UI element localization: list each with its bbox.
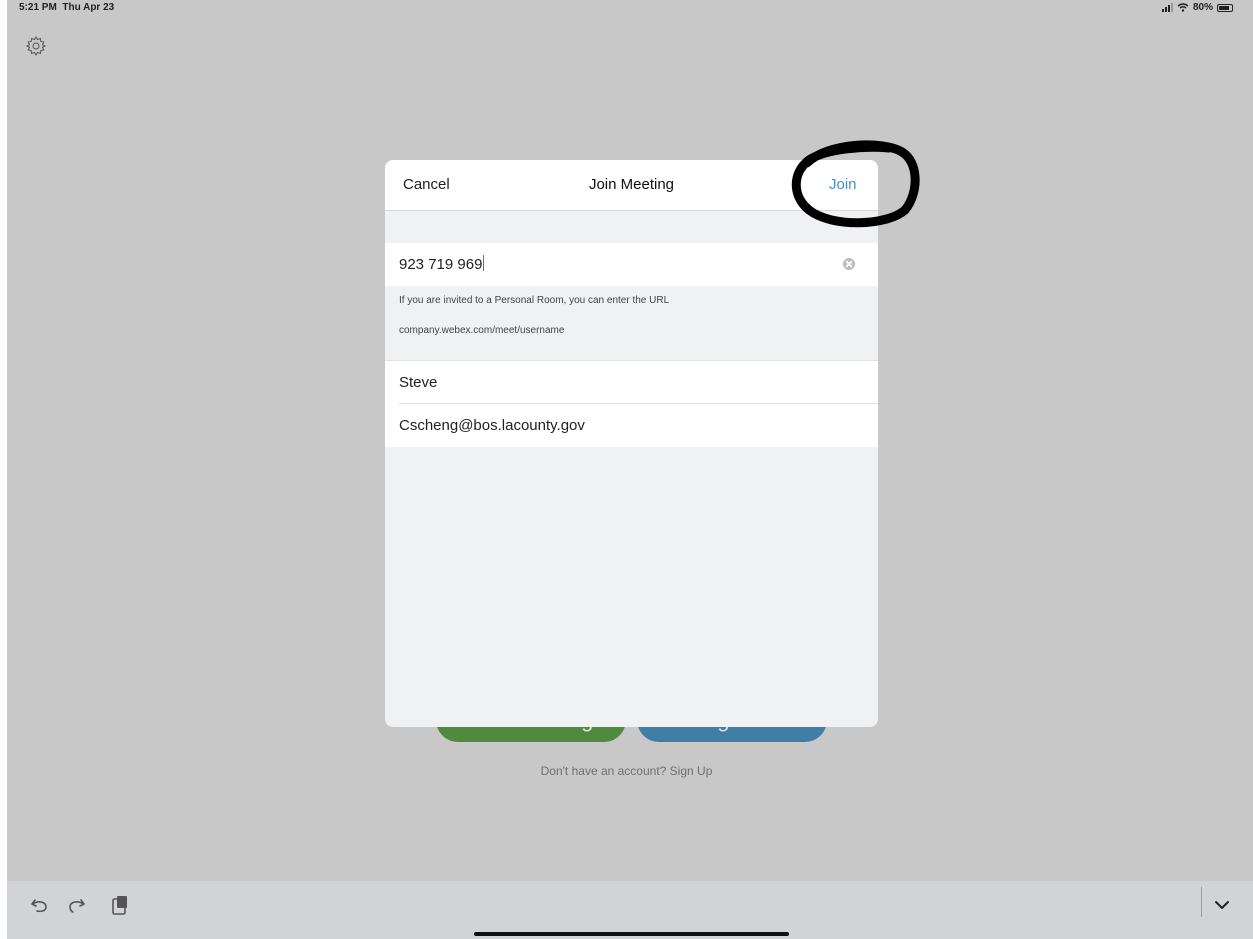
status-indicators: 80% [1161, 2, 1233, 13]
signup-prompt[interactable]: Don't have an account? Sign Up [0, 764, 1253, 778]
hint-url-example: company.webex.com/meet/username [399, 325, 565, 336]
toolbar-separator [1201, 887, 1202, 917]
name-input[interactable]: Steve [399, 374, 437, 391]
status-time: 5:21 PM Thu Apr 23 [19, 2, 115, 13]
name-field[interactable]: Steve [385, 360, 878, 404]
join-meeting-dialog: Cancel Join Meeting Join 923 719 969 If … [385, 160, 878, 727]
annotation-circle [791, 140, 920, 228]
email-input[interactable]: Cscheng@bos.lacounty.gov [399, 417, 585, 434]
clear-icon[interactable] [843, 258, 855, 270]
undo-icon[interactable] [29, 894, 51, 916]
chevron-down-icon[interactable] [1211, 894, 1233, 916]
meeting-number-field[interactable]: 923 719 969 [385, 243, 878, 286]
wifi-icon [1177, 3, 1189, 12]
hint-text: If you are invited to a Personal Room, y… [399, 295, 670, 306]
email-field[interactable]: Cscheng@bos.lacounty.gov [385, 404, 878, 447]
text-cursor [483, 255, 485, 271]
keyboard-toolbar [7, 881, 1253, 939]
gear-icon[interactable] [26, 36, 46, 56]
home-indicator[interactable] [474, 932, 789, 936]
signal-icon [1161, 3, 1173, 12]
redo-icon[interactable] [65, 894, 87, 916]
battery-percent: 80% [1192, 2, 1213, 13]
meeting-number-input[interactable]: 923 719 969 [399, 255, 485, 273]
paste-icon[interactable] [109, 894, 131, 916]
field-divider [399, 403, 878, 404]
battery-icon [1217, 3, 1233, 12]
